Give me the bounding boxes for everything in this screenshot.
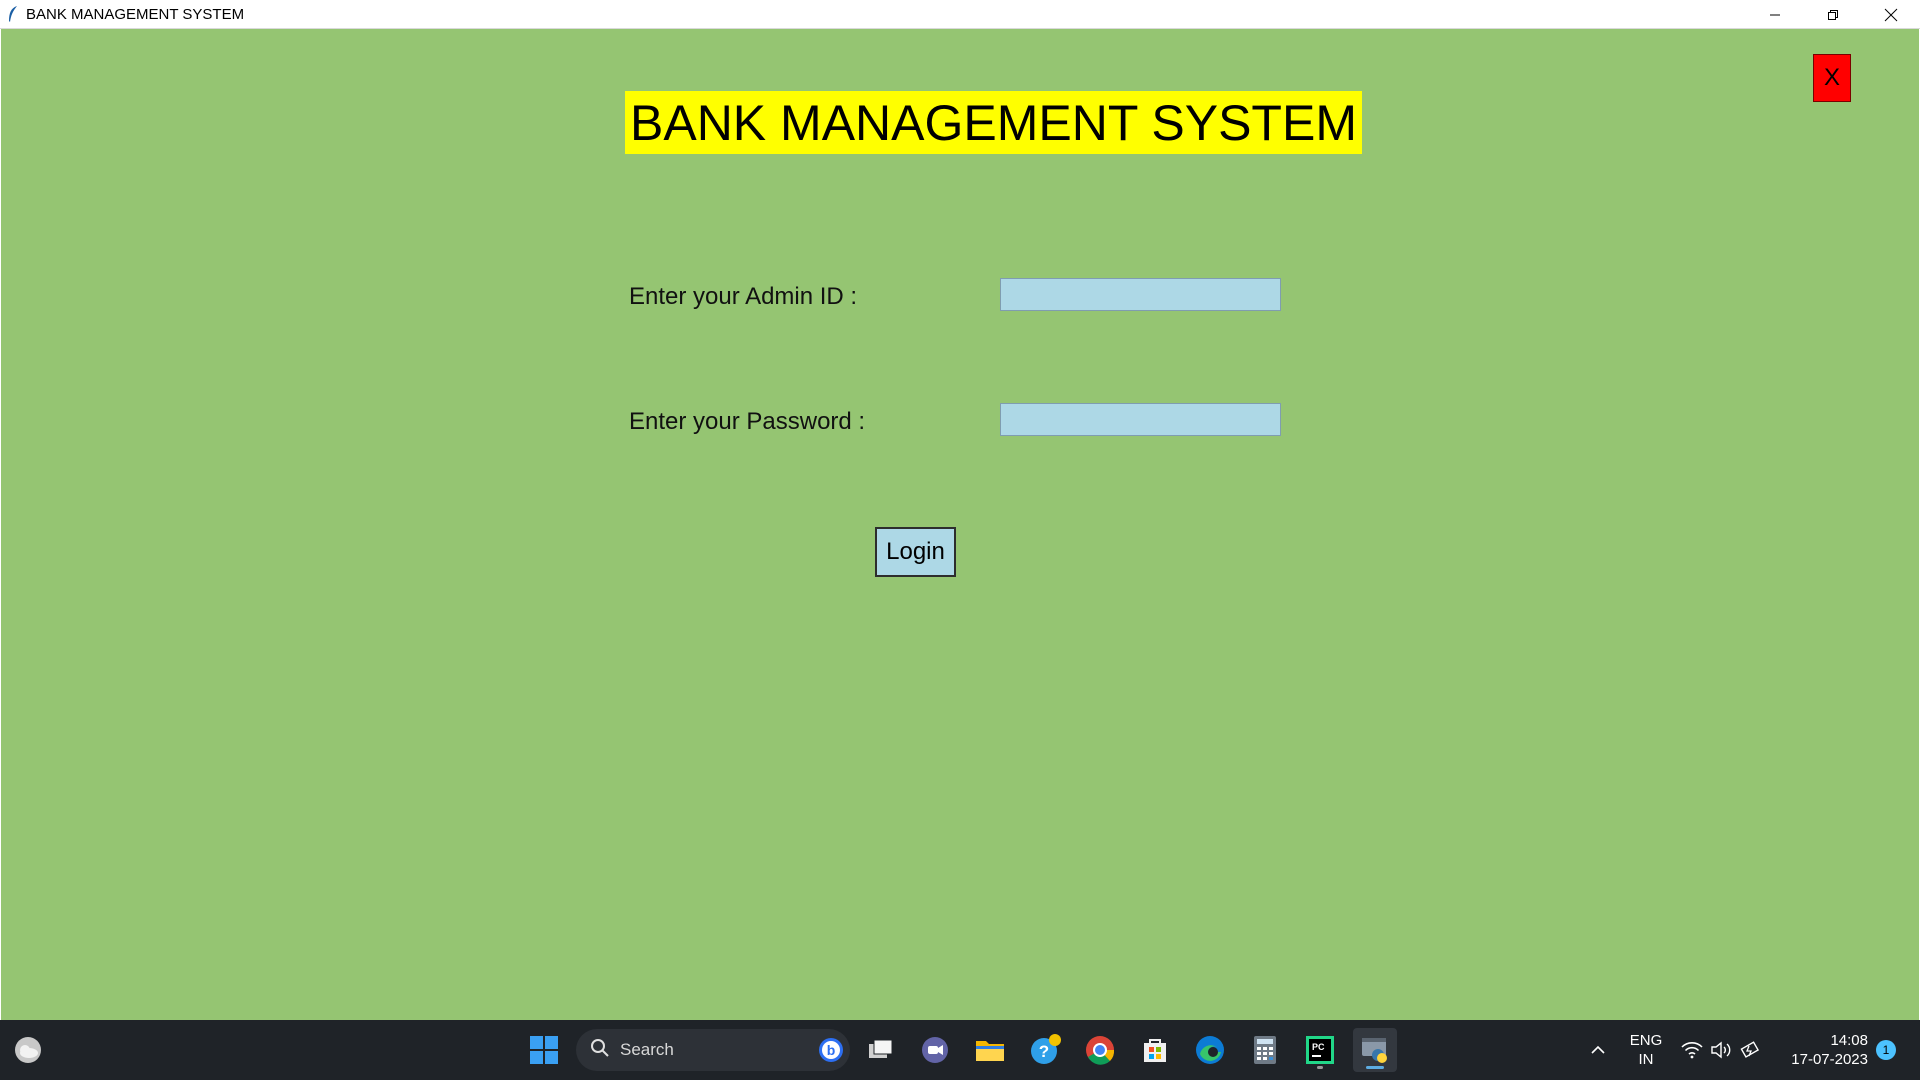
window-title: BANK MANAGEMENT SYSTEM <box>26 5 245 23</box>
app-canvas: X BANK MANAGEMENT SYSTEM Enter your Admi… <box>1 29 1919 1020</box>
admin-id-input[interactable] <box>1000 278 1281 311</box>
search-placeholder: Search <box>620 1040 674 1059</box>
page-title: BANK MANAGEMENT SYSTEM <box>625 91 1362 154</box>
pycharm-icon[interactable]: PC <box>1298 1028 1342 1072</box>
minimize-button[interactable] <box>1746 0 1804 29</box>
chevron-up-icon[interactable] <box>1576 1028 1620 1072</box>
language-indicator[interactable]: ENG IN <box>1622 1031 1670 1069</box>
edge-icon[interactable] <box>1188 1028 1232 1072</box>
language-code: ENG <box>1629 1032 1663 1049</box>
clock-time: 14:08 <box>1830 1032 1868 1049</box>
windows-start-icon[interactable] <box>522 1028 566 1072</box>
login-button[interactable]: Login <box>875 527 956 577</box>
svg-text:b: b <box>827 1042 836 1058</box>
python-icon[interactable] <box>1353 1028 1397 1072</box>
window-titlebar: BANK MANAGEMENT SYSTEM <box>0 0 1920 29</box>
chrome-icon[interactable] <box>1078 1028 1122 1072</box>
search-icon <box>590 1038 610 1063</box>
bing-icon[interactable]: b <box>818 1037 844 1068</box>
notification-badge[interactable]: 1 <box>1876 1040 1896 1060</box>
password-input[interactable] <box>1000 403 1281 436</box>
svg-text:?: ? <box>1039 1042 1049 1061</box>
window-close-button[interactable] <box>1862 0 1920 29</box>
exit-button[interactable]: X <box>1813 54 1851 102</box>
clock-date: 17-07-2023 <box>1791 1051 1868 1068</box>
file-explorer-icon[interactable] <box>968 1028 1012 1072</box>
password-label: Enter your Password : <box>629 408 866 435</box>
svg-text:PC: PC <box>1312 1042 1325 1052</box>
store-icon[interactable] <box>1133 1028 1177 1072</box>
task-view-icon[interactable] <box>858 1028 902 1072</box>
feather-icon <box>0 0 26 29</box>
weather-icon[interactable] <box>6 1028 50 1072</box>
help-icon[interactable]: ? <box>1023 1028 1067 1072</box>
battery-icon[interactable] <box>1731 1028 1771 1072</box>
clock[interactable]: 14:08 17-07-2023 <box>1772 1031 1874 1069</box>
teams-icon[interactable] <box>913 1028 957 1072</box>
admin-id-label: Enter your Admin ID : <box>629 283 858 310</box>
region-code: IN <box>1638 1051 1654 1068</box>
taskbar: Search b ? PC ENG IN 14:08 17-07-2023 1 <box>0 1020 1920 1080</box>
calculator-icon[interactable] <box>1243 1028 1287 1072</box>
restore-button[interactable] <box>1804 0 1862 29</box>
taskbar-search[interactable]: Search b <box>576 1029 850 1071</box>
